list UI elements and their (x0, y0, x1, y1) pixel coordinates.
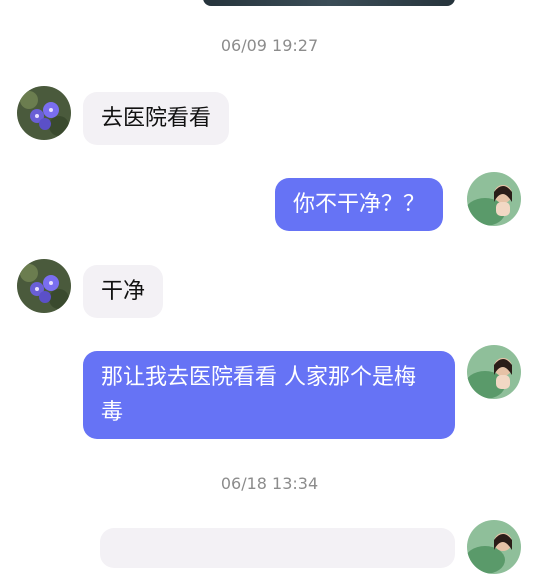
contact-avatar[interactable] (17, 86, 71, 140)
timestamp: 06/09 19:27 (220, 36, 319, 55)
message-bubble-incoming[interactable]: 干净 (83, 265, 164, 318)
message-bubble-partial[interactable] (100, 528, 455, 568)
contact-avatar[interactable] (17, 259, 71, 313)
woman-avatar-icon (467, 172, 521, 226)
message-bubble-outgoing[interactable]: 你不干净？？ (275, 178, 444, 231)
woman-avatar-icon (467, 520, 521, 574)
image-message-partial[interactable] (203, 0, 455, 6)
user-avatar[interactable] (467, 172, 521, 226)
flower-avatar-icon (17, 259, 71, 313)
timestamp: 06/18 13:34 (220, 474, 319, 493)
user-avatar[interactable] (467, 345, 521, 399)
message-bubble-outgoing[interactable]: 那让我去医院看看 人家那个是梅毒 (83, 351, 455, 439)
user-avatar[interactable] (467, 520, 521, 574)
woman-avatar-icon (467, 345, 521, 399)
flower-avatar-icon (17, 86, 71, 140)
message-bubble-incoming[interactable]: 去医院看看 (83, 92, 230, 145)
